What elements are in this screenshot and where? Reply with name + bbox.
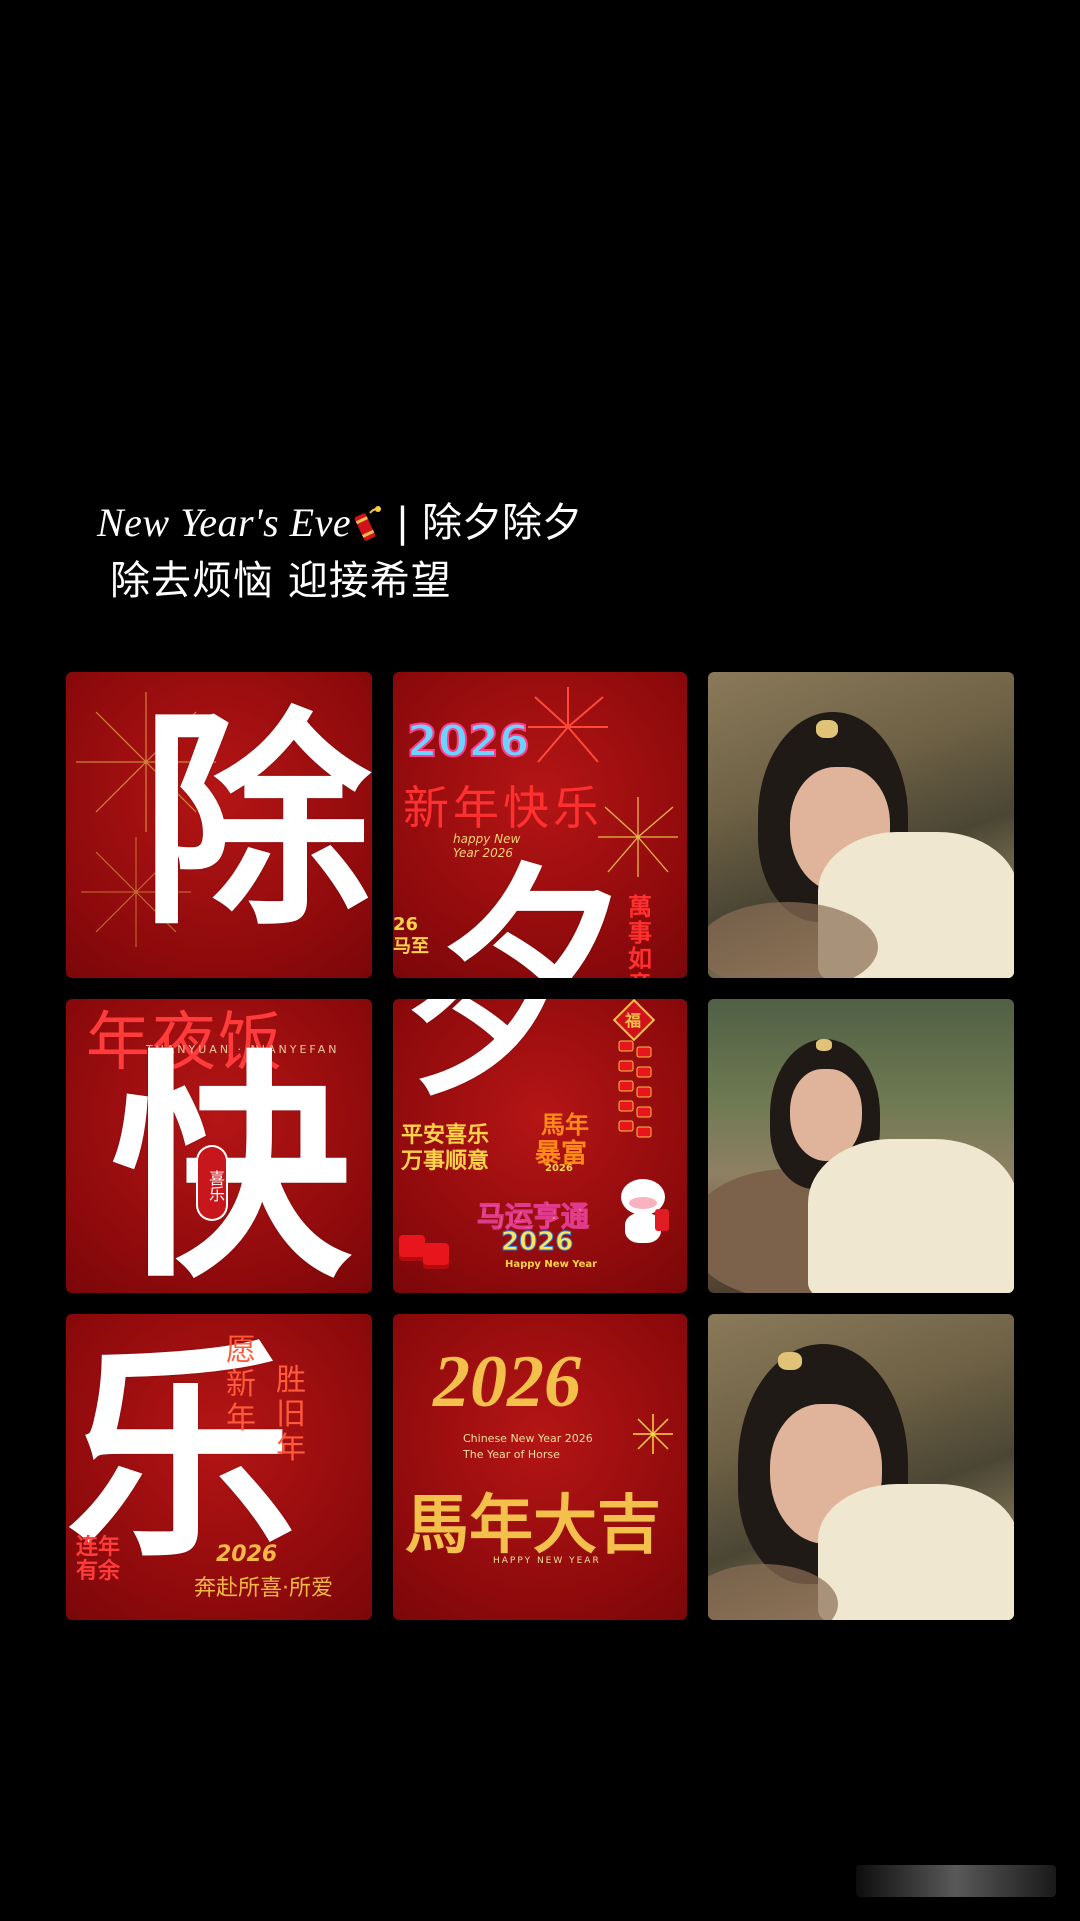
portrait-photo-icon (708, 672, 1014, 978)
year-text: 2026 (406, 715, 530, 768)
portrait-photo-icon (708, 999, 1014, 1293)
greeting-text: 新年快乐 (403, 781, 603, 835)
horse-year-text: The Year of Horse (463, 1448, 560, 1461)
small-year-text: 2026 (545, 1163, 573, 1174)
firecracker-string-icon (618, 1040, 652, 1138)
wish-text-2: 胜旧年 (276, 1363, 306, 1466)
happy-new-year-text: HAPPY NEW YEAR (493, 1556, 601, 1566)
grid-image-5[interactable]: 夕 福 平安喜乐 万事顺意 馬年 暴富 2026 马运亨通 2026 Happy… (393, 999, 687, 1293)
image-grid: 除 2026 新年快乐 happy New Year 2026 萬事如意 26 … (66, 672, 1014, 1622)
blessing-text: 馬年大吉 (405, 1488, 661, 1563)
lantern-icon (423, 1243, 449, 1269)
post-subtitle: 除去烦恼 迎接希望 (110, 558, 452, 604)
side-text: 连年有余 (76, 1535, 121, 1584)
year-text: 2026 (433, 1341, 581, 1423)
calligraphy-character: 除 (141, 687, 372, 957)
grid-image-2[interactable]: 2026 新年快乐 happy New Year 2026 萬事如意 26 马至… (393, 672, 687, 978)
year-text: 2026 (500, 1227, 574, 1258)
badge-text: 26 马至 (393, 914, 429, 957)
grid-image-9[interactable] (708, 1314, 1014, 1620)
seal-stamp: 喜乐 (198, 1147, 226, 1219)
sparkle-icon (633, 1414, 673, 1454)
grid-image-4[interactable]: 年夜饭 TUANYUAN · NIANYEFAN 快 喜乐 (66, 999, 372, 1293)
calligraphy-character: 夕 (403, 999, 574, 1119)
portrait-photo-icon (708, 1314, 1014, 1620)
grid-image-1[interactable]: 除 (66, 672, 372, 978)
watermark-logo (856, 1865, 1056, 1897)
cny-text: Chinese New Year 2026 (463, 1432, 593, 1445)
firecracker-icon (354, 506, 382, 541)
title-chinese: | 除夕除夕 (383, 500, 582, 546)
year-text: 2026 (216, 1542, 278, 1567)
wish-text-1: 愿新年 (226, 1333, 256, 1436)
grid-image-8[interactable]: 2026 Chinese New Year 2026 The Year of H… (393, 1314, 687, 1620)
wish-text: 萬事如意 (628, 893, 652, 978)
grid-image-7[interactable]: 乐 愿新年 胜旧年 2026 奔赴所喜·所爱 连年有余 (66, 1314, 372, 1620)
grid-image-6[interactable] (708, 999, 1014, 1293)
title-english: New Year's Eve (97, 500, 352, 545)
happy-new-year-text: Happy New Year (505, 1259, 598, 1270)
calligraphy-character: 夕 (438, 845, 629, 979)
fu-text: 福 (624, 1011, 641, 1030)
motto-text: 奔赴所喜·所爱 (194, 1576, 333, 1601)
blessing-line-2: 万事顺意 (401, 1149, 490, 1174)
lantern-icon (399, 1235, 425, 1261)
calligraphy-character: 快 (111, 1028, 352, 1293)
post-title: New Year's Eve | 除夕除夕 (97, 495, 582, 551)
grid-image-3[interactable] (708, 672, 1014, 978)
cow-mascot-icon (615, 1179, 671, 1249)
firework-icon (528, 687, 608, 763)
